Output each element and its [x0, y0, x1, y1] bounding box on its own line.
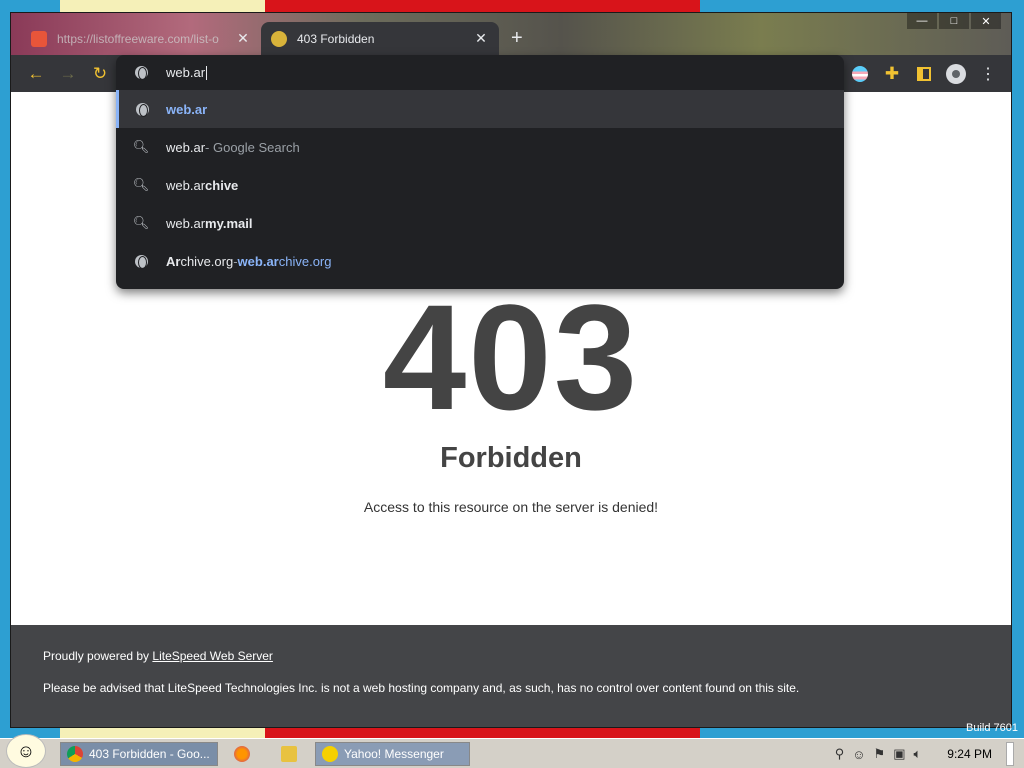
suggestion-text: web.ar — [166, 215, 206, 231]
firefox-icon — [234, 746, 250, 762]
address-input[interactable]: web.ar — [166, 65, 207, 81]
search-icon: 🔍︎ — [132, 177, 150, 192]
error-message: Access to this resource on the server is… — [363, 499, 659, 515]
taskbar-explorer-item[interactable] — [275, 742, 305, 766]
suggestion-archive-org[interactable]: Ar chive.org - web.ar chive.org — [116, 242, 844, 280]
messenger-tray-icon[interactable]: ☺ — [852, 747, 865, 762]
new-tab-button[interactable]: + — [511, 27, 523, 50]
browser-window: https://listoffreeware.com/list-o ✕ 403 … — [10, 12, 1012, 728]
clock[interactable]: 9:24 PM — [947, 747, 992, 761]
reload-icon[interactable]: ↻ — [89, 63, 111, 85]
forward-arrow-icon[interactable]: → — [57, 63, 79, 85]
tab-title: https://listoffreeware.com/list-o — [57, 31, 219, 46]
suggestion-text: Ar — [166, 253, 181, 269]
litespeed-link[interactable]: LiteSpeed Web Server — [152, 649, 273, 663]
globe-icon — [134, 254, 148, 269]
suggestion-web-army-mail[interactable]: 🔍︎ web.ar my.mail — [116, 204, 844, 242]
task-label: Yahoo! Messenger — [344, 747, 444, 761]
listoffreeware-favicon-icon — [31, 30, 47, 47]
page-footer: Proudly powered by LiteSpeed Web Server … — [11, 625, 1011, 727]
minimize-button[interactable]: — — [907, 13, 937, 29]
os-build-label: Build 7601 — [966, 722, 1018, 734]
suggestion-web-archive[interactable]: 🔍︎ web.ar chive — [116, 166, 844, 204]
powered-by: Proudly powered by LiteSpeed Web Server — [43, 649, 273, 663]
volume-icon[interactable]: 🔈︎ — [913, 746, 921, 762]
search-icon[interactable]: ⚲ — [835, 746, 845, 762]
task-label: 403 Forbidden - Goo... — [89, 747, 210, 761]
taskbar-yahoo-messenger-item[interactable]: Yahoo! Messenger — [315, 742, 470, 766]
tab-strip: https://listoffreeware.com/list-o ✕ 403 … — [11, 13, 1011, 55]
close-icon[interactable]: ✕ — [473, 30, 489, 47]
tab-listoffreeware[interactable]: https://listoffreeware.com/list-o ✕ — [21, 22, 261, 55]
more-menu-icon[interactable]: ⋮ — [977, 63, 999, 85]
close-icon[interactable]: ✕ — [235, 30, 251, 47]
taskbar-chrome-item[interactable]: 403 Forbidden - Goo... — [60, 742, 218, 766]
suggestion-completion: chive — [205, 177, 239, 193]
error-title: Forbidden — [440, 442, 582, 474]
search-icon: 🔍︎ — [132, 139, 150, 154]
suggestion-completion: chive.org — [180, 253, 234, 269]
globe-icon — [134, 66, 148, 80]
suggestion-suffix: - Google Search — [205, 139, 300, 155]
globe-icon — [136, 102, 149, 117]
litespeed-favicon-icon — [271, 30, 287, 47]
yahoo-messenger-icon — [322, 746, 338, 762]
profile-avatar-icon[interactable] — [945, 63, 967, 85]
folder-icon — [281, 746, 297, 762]
powered-prefix: Proudly powered by — [43, 649, 153, 663]
suggestion-text: web.ar — [166, 139, 206, 155]
advice-text: Please be advised that LiteSpeed Technol… — [43, 681, 800, 695]
network-icon[interactable]: ▣ — [893, 746, 905, 762]
suggestion-web-ar[interactable]: web.ar — [116, 90, 844, 128]
tab-403-forbidden[interactable]: 403 Forbidden ✕ — [261, 22, 499, 55]
suggestion-google-search[interactable]: 🔍︎ web.ar - Google Search — [116, 128, 844, 166]
action-center-flag-icon[interactable]: ⚑ — [874, 746, 886, 762]
search-icon: 🔍︎ — [132, 215, 150, 230]
maximize-button[interactable]: □ — [939, 13, 969, 29]
chrome-icon — [67, 746, 83, 762]
start-button[interactable]: ☺ — [6, 734, 46, 768]
taskbar: ☺ 403 Forbidden - Goo... Yahoo! Messenge… — [0, 734, 1024, 768]
tab-title: 403 Forbidden — [297, 31, 375, 46]
omnibox-dropdown: web.ar web.ar 🔍︎ web.ar - Google Search … — [116, 55, 844, 289]
suggestion-completion: my.mail — [205, 215, 253, 231]
close-window-button[interactable]: ✕ — [971, 13, 1001, 29]
window-controls: — □ ✕ — [905, 13, 1001, 29]
address-bar[interactable]: web.ar — [116, 55, 844, 90]
suggestion-text: web.ar — [166, 101, 208, 117]
back-arrow-icon[interactable]: ← — [25, 63, 47, 85]
extensions-puzzle-icon[interactable]: ✚ — [881, 63, 903, 85]
system-tray: ⚲ ☺ ⚑ ▣ 🔈︎ 9:24 PM — [835, 741, 1024, 767]
side-panel-icon[interactable] — [913, 63, 935, 85]
suggestion-text: web.ar — [166, 177, 206, 193]
taskbar-firefox-item[interactable] — [228, 742, 258, 766]
flag-extension-icon[interactable] — [849, 63, 871, 85]
show-desktop-button[interactable] — [1006, 742, 1014, 766]
suggestion-url-match: web.ar — [237, 253, 279, 269]
error-code: 403 — [382, 273, 640, 441]
suggestion-url-rest: chive.org — [278, 253, 332, 269]
